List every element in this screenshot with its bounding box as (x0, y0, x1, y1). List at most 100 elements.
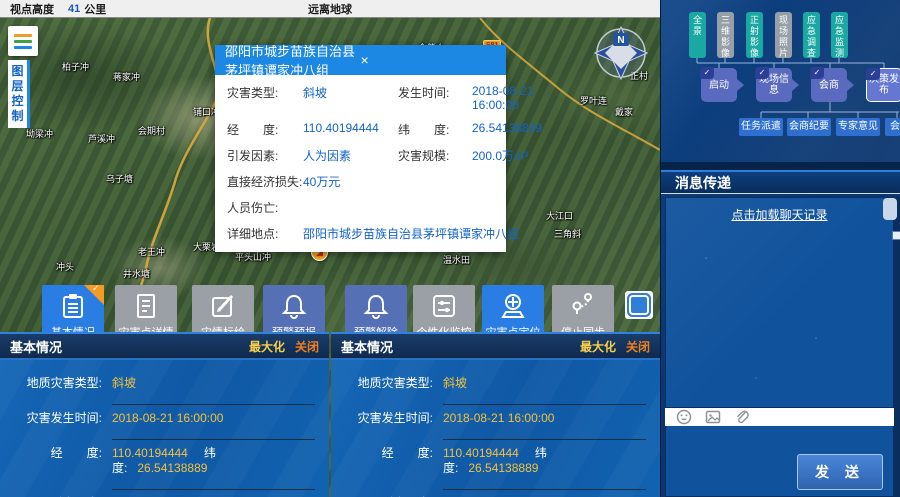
chat-input-area[interactable]: 发 送 (665, 426, 894, 497)
field-label: 灾害发生时间: (331, 411, 443, 426)
hamburger-icon (14, 46, 32, 49)
field-row: 引发因素: 1 (331, 490, 660, 497)
panel-collapse-handle[interactable] (892, 231, 900, 240)
layer-chip-site-photo[interactable]: 现场照片 (775, 12, 792, 58)
layer-control-button[interactable]: 图层控制 (8, 60, 30, 128)
field-label: 详细地点: (227, 225, 303, 242)
field-row: 引发因素: 1 (0, 490, 329, 497)
field-value: 斜坡 (443, 376, 646, 405)
field-label: 纬 度: (398, 121, 472, 138)
field-row: 地质灾害类型: 斜坡 (0, 370, 329, 405)
field-row: 经 度: 110.40194444纬 度:26.54138889 (0, 440, 329, 490)
popup-title-bar[interactable]: 邵阳市城步苗族自治县茅坪镇谭家冲八组 × (215, 45, 506, 75)
close-button[interactable]: 关闭 (295, 338, 319, 355)
check-icon: ✓ (700, 67, 714, 79)
check-icon: ✓ (810, 67, 824, 79)
layer-chip-panorama[interactable]: 全景 (689, 12, 706, 58)
hamburger-icon (14, 34, 32, 37)
field-value: 邵阳市城步苗族自治县茅坪镇谭家冲八组 (303, 225, 542, 242)
layer-chip-survey[interactable]: 应急调查 (803, 12, 820, 58)
panel-title: 基本情况 (10, 337, 249, 356)
field-row: 灾害发生时间: 2018-08-21 16:00:00 (0, 405, 329, 440)
map-place-label: 三角斜 (554, 230, 581, 239)
document-icon (132, 292, 160, 320)
field-value: 斜坡 (112, 376, 315, 405)
field-label: 地质灾害类型: (0, 376, 112, 391)
panel-body: 地质灾害类型: 斜坡 灾害发生时间: 2018-08-21 16:00:00 经… (0, 360, 329, 497)
compass-icon[interactable]: N (594, 26, 648, 80)
panel-title: 基本情况 (341, 337, 580, 356)
layer-chip-monitoring[interactable]: 应急监测 (831, 12, 848, 58)
field-label: 引发因素: (227, 147, 303, 164)
field-value: 110.40194444 (303, 121, 398, 135)
chat-history-area[interactable]: 点击加载聊天记录 (665, 197, 894, 408)
field-label: 灾害发生时间: (0, 411, 112, 426)
edit-icon (209, 292, 237, 320)
section-divider (661, 162, 900, 170)
map-place-label: 柏子冲 (62, 63, 89, 72)
view-status-bar: 视点高度 41 公里 远离地球 (0, 0, 660, 18)
workflow-node-consultation[interactable]: ✓ 会商 (811, 68, 847, 102)
workflow-button-consult[interactable]: 会商 (885, 118, 900, 136)
smiley-icon[interactable] (676, 409, 692, 425)
map-place-label: 芦溪冲 (88, 135, 115, 144)
field-label: 地质灾害类型: (331, 376, 443, 391)
field-value: 110.40194444纬 度:26.54138889 (112, 446, 315, 490)
workflow-node-start[interactable]: ✓ 启动 (701, 68, 737, 102)
layer-chip-ortho-image[interactable]: 正射影像 (746, 12, 763, 58)
workflow-node-decision[interactable]: ✓ 决策发布 (866, 68, 900, 102)
map-place-label: 会期村 (138, 127, 165, 136)
field-label: 灾害规模: (398, 147, 472, 164)
field-label: 人员伤亡: (227, 199, 303, 216)
basic-info-panel-right: 基本情况 最大化 关闭 地质灾害类型: 斜坡 灾害发生时间: 2018-08-2… (331, 332, 660, 497)
layer-chip-3d-image[interactable]: 三维影像 (717, 12, 734, 58)
field-value: 2018-08-21 16:00:00 (472, 84, 542, 112)
field-label: 发生时间: (398, 84, 472, 101)
clipboard-icon (59, 292, 87, 320)
map-place-label: 平头山冲 (235, 253, 271, 262)
check-icon: ✓ (866, 68, 880, 80)
app-window: 视点高度 41 公里 远离地球 S81 ◢ N 金紫乡柏子冲蒋家冲铺口冲坳梁冲芦… (0, 0, 900, 497)
send-button[interactable]: 发 送 (797, 454, 883, 490)
field-value: 斜坡 (303, 84, 398, 101)
close-icon[interactable]: × (359, 52, 497, 68)
chat-scrollbar-thumb[interactable] (883, 198, 897, 220)
emergency-workflow-panel: 全景 三维影像 正射影像 现场照片 应急调查 应急监测 ✓ 启动 ✓ 现场信息 … (661, 0, 900, 162)
field-row: 经 度: 110.40194444纬 度:26.54138889 (331, 440, 660, 490)
map-place-label: 坳梁冲 (26, 130, 53, 139)
workflow-button-dispatch[interactable]: 任务派遣 (739, 118, 783, 136)
route-icon (569, 292, 597, 320)
box-select-button[interactable] (625, 291, 653, 319)
attachment-icon[interactable] (734, 409, 750, 425)
location-icon (499, 292, 527, 320)
panel-header: 基本情况 最大化 关闭 (0, 334, 329, 360)
field-label: 直接经济损失: (227, 173, 303, 190)
close-button[interactable]: 关闭 (626, 338, 650, 355)
field-label: 经 度: (0, 446, 112, 461)
workflow-button-expert[interactable]: 专家意见 (836, 118, 880, 136)
chat-toolbar (665, 408, 894, 426)
workflow-node-site-info[interactable]: ✓ 现场信息 (756, 68, 792, 102)
disaster-info-popup: 邵阳市城步苗族自治县茅坪镇谭家冲八组 × 灾害类型: 斜坡 发生时间: 2018… (215, 45, 506, 252)
image-icon[interactable] (705, 409, 721, 425)
chat-scrollbar-track[interactable] (894, 197, 900, 497)
workflow-and-chat-column: 全景 三维影像 正射影像 现场照片 应急调查 应急监测 ✓ 启动 ✓ 现场信息 … (660, 0, 900, 497)
field-value: 人为因素 (303, 147, 398, 164)
message-panel-header: 消息传递 (661, 170, 900, 194)
popup-title: 邵阳市城步苗族自治县茅坪镇谭家冲八组 (225, 41, 359, 79)
menu-button[interactable] (8, 26, 38, 56)
message-panel-title: 消息传递 (675, 173, 731, 193)
load-chat-history-link[interactable]: 点击加载聊天记录 (666, 206, 893, 223)
map-place-label: 温水田 (443, 256, 470, 265)
map-place-label: 戴家 (615, 108, 633, 117)
maximize-button[interactable]: 最大化 (249, 338, 285, 355)
compass-north-label: N (617, 35, 624, 46)
workflow-button-minutes[interactable]: 会商纪要 (787, 118, 831, 136)
field-label: 经 度: (227, 121, 303, 138)
select-area-icon (631, 297, 647, 313)
maximize-button[interactable]: 最大化 (580, 338, 616, 355)
map-column: 视点高度 41 公里 远离地球 S81 ◢ N 金紫乡柏子冲蒋家冲铺口冲坳梁冲芦… (0, 0, 660, 497)
field-value: 26.54138889 (472, 121, 542, 135)
map-place-label: 老王冲 (138, 248, 165, 257)
map-place-label: 乌子塘 (106, 175, 133, 184)
